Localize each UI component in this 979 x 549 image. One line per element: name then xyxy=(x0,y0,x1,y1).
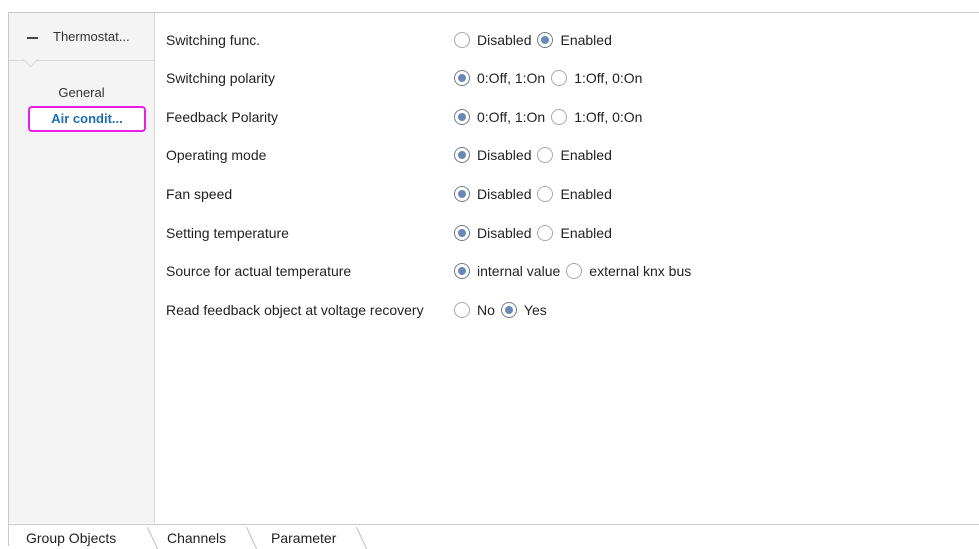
param-label: Operating mode xyxy=(166,147,267,163)
radio-label[interactable]: Disabled xyxy=(477,30,531,50)
radio-option[interactable]: Enabled xyxy=(537,184,612,204)
radio-group: internal value external knx bus xyxy=(454,261,697,281)
radio-option[interactable]: 0:Off, 1:On xyxy=(454,107,545,127)
param-label: Source for actual temperature xyxy=(166,263,352,279)
radio-group: No Yes xyxy=(454,300,553,320)
bottom-tab-bar: Group Objects Channels Parameter xyxy=(9,524,979,549)
radio-button-checked[interactable] xyxy=(454,147,470,163)
radio-button[interactable] xyxy=(537,225,554,241)
radio-button-checked[interactable] xyxy=(537,32,554,48)
radio-button-checked[interactable] xyxy=(454,186,470,202)
param-label: Switching func. xyxy=(166,32,261,48)
radio-option[interactable]: No xyxy=(454,300,495,320)
radio-button[interactable] xyxy=(454,302,470,318)
param-row-fan-speed: Fan speed Disabled Enabled xyxy=(166,184,979,204)
radio-label[interactable]: Yes xyxy=(524,300,547,320)
radio-group: Disabled Enabled xyxy=(454,223,618,243)
param-row-switching-func: Switching func. Disabled Enabled xyxy=(166,30,979,50)
tab-parameter[interactable]: Parameter xyxy=(271,529,336,547)
radio-label[interactable]: external knx bus xyxy=(589,261,691,281)
tab-group-objects[interactable]: Group Objects xyxy=(26,529,116,547)
sidebar-group-title[interactable]: Thermostat... xyxy=(53,29,130,44)
radio-group: Disabled Enabled xyxy=(454,30,618,50)
radio-button[interactable] xyxy=(566,263,583,279)
radio-option[interactable]: Disabled xyxy=(454,30,531,50)
radio-label[interactable]: 1:Off, 0:On xyxy=(574,107,642,127)
parameter-panel: Switching func. Disabled Enabled Switchi… xyxy=(166,0,979,520)
radio-group: 0:Off, 1:On 1:Off, 0:On xyxy=(454,68,648,88)
radio-label[interactable]: Disabled xyxy=(477,145,531,165)
radio-label[interactable]: Enabled xyxy=(560,145,611,165)
radio-option[interactable]: Enabled xyxy=(537,223,612,243)
radio-group: Disabled Enabled xyxy=(454,145,618,165)
radio-option[interactable]: internal value xyxy=(454,261,560,281)
radio-button[interactable] xyxy=(551,109,568,125)
radio-group: Disabled Enabled xyxy=(454,184,618,204)
radio-option[interactable]: Disabled xyxy=(454,145,531,165)
sidebar-item-general[interactable]: General xyxy=(9,85,154,100)
radio-label[interactable]: Enabled xyxy=(560,184,611,204)
sidebar-item-air-conditioning[interactable]: Air condit... xyxy=(28,106,146,132)
radio-button-checked[interactable] xyxy=(454,109,470,125)
radio-button[interactable] xyxy=(537,147,554,163)
radio-button[interactable] xyxy=(454,32,470,48)
radio-label[interactable]: 0:Off, 1:On xyxy=(477,68,545,88)
param-label: Feedback Polarity xyxy=(166,109,279,125)
param-label: Fan speed xyxy=(166,186,233,202)
param-label: Setting temperature xyxy=(166,225,289,241)
param-row-setting-temperature: Setting temperature Disabled Enabled xyxy=(166,223,979,243)
param-row-source-actual-temperature: Source for actual temperature internal v… xyxy=(166,261,979,281)
radio-option[interactable]: Disabled xyxy=(454,223,531,243)
radio-option[interactable]: Yes xyxy=(500,300,547,320)
radio-button-checked[interactable] xyxy=(454,70,470,86)
radio-label[interactable]: Enabled xyxy=(560,223,611,243)
radio-label[interactable]: 0:Off, 1:On xyxy=(477,107,545,127)
radio-button-checked[interactable] xyxy=(500,302,517,318)
param-row-read-feedback: Read feedback object at voltage recovery… xyxy=(166,300,979,320)
radio-button-checked[interactable] xyxy=(454,263,470,279)
radio-option[interactable]: 1:Off, 0:On xyxy=(551,68,642,88)
radio-button-checked[interactable] xyxy=(454,225,470,241)
radio-label[interactable]: No xyxy=(477,300,495,320)
radio-option[interactable]: Enabled xyxy=(537,145,612,165)
param-row-feedback-polarity: Feedback Polarity 0:Off, 1:On 1:Off, 0:O… xyxy=(166,107,979,127)
sidebar-group-header[interactable]: Thermostat... xyxy=(9,13,154,61)
radio-label[interactable]: Disabled xyxy=(477,223,531,243)
radio-group: 0:Off, 1:On 1:Off, 0:On xyxy=(454,107,648,127)
param-row-operating-mode: Operating mode Disabled Enabled xyxy=(166,145,979,165)
radio-button[interactable] xyxy=(537,186,554,202)
radio-label[interactable]: Disabled xyxy=(477,184,531,204)
radio-option[interactable]: Disabled xyxy=(454,184,531,204)
radio-label[interactable]: internal value xyxy=(477,261,560,281)
radio-option[interactable]: 1:Off, 0:On xyxy=(551,107,642,127)
param-label: Read feedback object at voltage recovery xyxy=(166,302,424,318)
param-label: Switching polarity xyxy=(166,70,275,86)
radio-button[interactable] xyxy=(551,70,568,86)
radio-option[interactable]: Enabled xyxy=(537,30,612,50)
collapse-icon[interactable] xyxy=(27,37,38,39)
radio-label[interactable]: 1:Off, 0:On xyxy=(574,68,642,88)
radio-label[interactable]: Enabled xyxy=(560,30,611,50)
radio-option[interactable]: 0:Off, 1:On xyxy=(454,68,545,88)
param-row-switching-polarity: Switching polarity 0:Off, 1:On 1:Off, 0:… xyxy=(166,68,979,88)
radio-option[interactable]: external knx bus xyxy=(566,261,691,281)
sidebar: Thermostat... General xyxy=(9,13,155,523)
tab-channels[interactable]: Channels xyxy=(167,529,226,547)
